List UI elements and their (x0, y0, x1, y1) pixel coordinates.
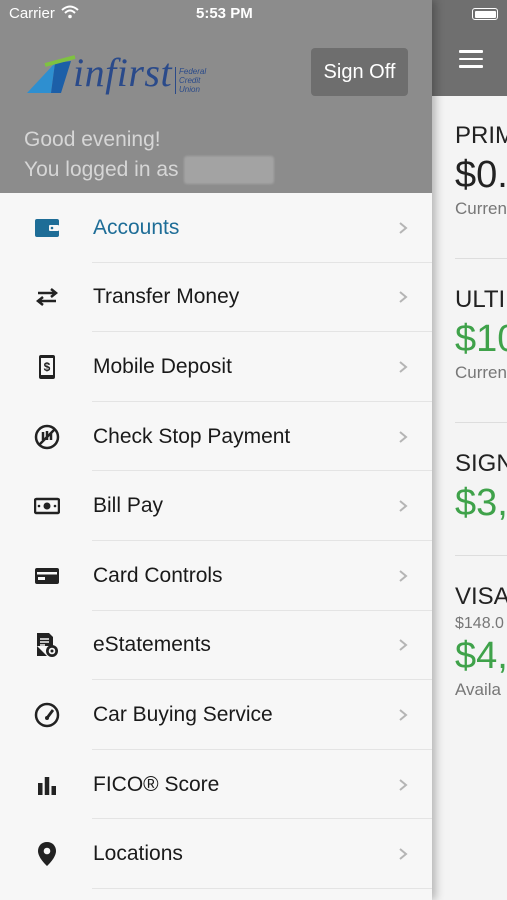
account-credit-limit: $148.0 (455, 615, 504, 632)
chevron-right-icon (399, 709, 408, 721)
menu-item-car-buying-service[interactable]: Car Buying Service (0, 680, 432, 750)
menu-item-transfer-money[interactable]: Transfer Money (0, 263, 432, 333)
bill-cash-icon (34, 493, 60, 519)
account-name: SIGN (455, 450, 507, 477)
wallet-icon (34, 215, 60, 241)
speedometer-icon (34, 702, 60, 728)
hamburger-menu-icon[interactable] (459, 50, 483, 68)
account-name: ULTI (455, 286, 506, 313)
menu-item-bill-pay[interactable]: Bill Pay (0, 471, 432, 541)
menu-item-label: Check Stop Payment (93, 424, 291, 448)
masked-username (184, 156, 275, 185)
status-bar: Carrier 5:53 PM (0, 0, 507, 28)
location-pin-icon (34, 841, 60, 867)
logged-in-line: You logged in as (24, 155, 275, 185)
menu-item-label: Transfer Money (93, 285, 240, 309)
chevron-right-icon (399, 778, 408, 791)
bar-chart-icon (34, 772, 60, 798)
svg-text:$: $ (44, 360, 51, 374)
chevron-right-icon (399, 291, 408, 304)
credit-card-icon (34, 563, 60, 589)
chevron-right-icon (399, 500, 408, 512)
greeting: Good evening! You logged in as (24, 125, 275, 185)
chevron-right-icon (399, 430, 408, 443)
account-subtitle: Curren (455, 363, 507, 382)
transfer-arrows-icon (34, 284, 60, 310)
menu-item-label: Accounts (93, 215, 180, 239)
account-subtitle: Availa (455, 680, 501, 699)
menu-item-label: FICO® Score (93, 772, 220, 796)
menu-item-label: eStatements (93, 633, 211, 657)
accounts-background-panel: PRIM $0. Curren ULTI $10 Curren SIGN $3,… (432, 0, 507, 900)
account-name: VISA (455, 583, 507, 610)
menu-item-label: Bill Pay (93, 494, 164, 518)
greeting-line: Good evening! (24, 128, 161, 151)
wifi-icon (61, 5, 79, 19)
menu-item-label: Car Buying Service (93, 702, 273, 726)
mobile-deposit-icon: $ (34, 354, 60, 380)
account-balance: $0. (455, 154, 507, 196)
infirst-logo: infirst Federal Credit Union (25, 50, 225, 99)
menu-item-check-stop-payment[interactable]: Check Stop Payment (0, 402, 432, 472)
menu-item-locations[interactable]: Locations (0, 819, 432, 889)
drawer-header: infirst Federal Credit Union Sign Off Go… (0, 0, 432, 193)
account-name: PRIM (455, 122, 507, 149)
chevron-right-icon (399, 848, 408, 860)
menu-item-mobile-deposit[interactable]: $ Mobile Deposit (0, 332, 432, 402)
carrier-label: Carrier (9, 5, 55, 22)
statement-icon (34, 632, 60, 658)
chevron-right-icon (399, 222, 408, 234)
divider (455, 422, 507, 423)
divider (455, 555, 507, 556)
menu-item-label: Mobile Deposit (93, 354, 232, 378)
account-card-2[interactable]: ULTI $10 Curren (455, 286, 507, 383)
chevron-right-icon (399, 569, 408, 582)
account-card-3[interactable]: SIGN $3, (455, 450, 507, 525)
logo-wordmark: infirst (73, 50, 173, 95)
menu-item-label: Locations (93, 842, 183, 866)
account-card-1[interactable]: PRIM $0. Curren (455, 122, 507, 219)
status-time: 5:53 PM (196, 5, 253, 22)
menu-item-card-controls[interactable]: Card Controls (0, 541, 432, 611)
account-card-4[interactable]: VISA $148.0 $4, Availa (455, 583, 507, 700)
account-balance: $4, (455, 635, 507, 677)
chevron-right-icon (399, 639, 408, 652)
divider (455, 258, 507, 259)
menu-item-accounts[interactable]: Accounts (0, 193, 432, 263)
menu-item-fico-score[interactable]: FICO® Score (0, 750, 432, 820)
logo-swoosh-icon (27, 55, 76, 93)
menu-item-label: Card Controls (93, 563, 223, 587)
account-subtitle: Curren (455, 199, 507, 218)
chevron-right-icon (399, 361, 408, 373)
drawer-menu: Accounts Transfer Money $ Mobile Deposit… (0, 193, 432, 889)
navigation-drawer: infirst Federal Credit Union Sign Off Go… (0, 0, 432, 900)
menu-item-estatements[interactable]: eStatements (0, 611, 432, 681)
account-balance: $10 (455, 318, 507, 360)
account-balance: $3, (455, 482, 507, 524)
stop-payment-icon (34, 424, 60, 450)
sign-off-button[interactable]: Sign Off (311, 48, 408, 96)
logo-tagline: Federal Credit Union (175, 67, 206, 94)
